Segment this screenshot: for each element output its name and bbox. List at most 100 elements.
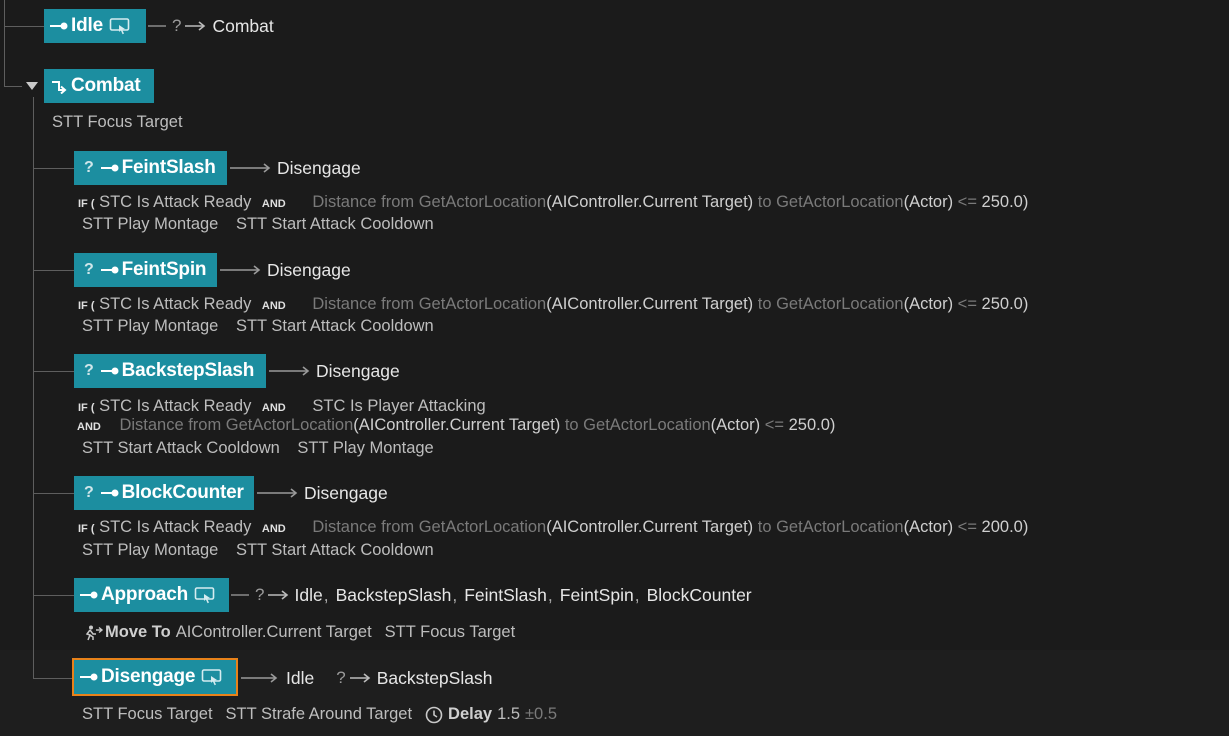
linked-state-icon bbox=[194, 587, 215, 604]
state-node-approach[interactable]: Approach bbox=[74, 578, 229, 612]
state-node-disengage[interactable]: Disengage bbox=[72, 658, 238, 696]
task-label[interactable]: STT Focus Target bbox=[82, 705, 213, 724]
transition-target-link[interactable]: Disengage bbox=[267, 260, 351, 281]
transition-target-link[interactable]: BackstepSlash bbox=[336, 585, 452, 606]
feint-spin-transitions: Disengage bbox=[219, 253, 351, 287]
task-label[interactable]: STT Focus Target bbox=[52, 113, 183, 131]
transition-target-link[interactable]: Idle bbox=[286, 668, 314, 689]
condition-label[interactable]: STC Is Attack Ready bbox=[99, 193, 251, 211]
delay-label[interactable]: Delay bbox=[448, 705, 492, 724]
state-node-idle[interactable]: Idle bbox=[44, 9, 146, 43]
separator: , bbox=[452, 584, 458, 605]
task-label[interactable]: STT Start Attack Cooldown bbox=[82, 439, 280, 457]
distance-expr[interactable]: Distance from GetActorLocation bbox=[119, 416, 353, 434]
task-label[interactable]: STT Play Montage bbox=[82, 215, 218, 233]
state-name: Combat bbox=[71, 75, 141, 96]
block-counter-condition: IF ( STC Is Attack Ready AND Distance fr… bbox=[78, 518, 1028, 537]
feint-slash-tasks: STT Play Montage STT Start Attack Cooldo… bbox=[82, 215, 434, 234]
conditional-mark: ? bbox=[84, 362, 94, 379]
distance-arg: (AIController.Current Target) bbox=[353, 416, 561, 434]
state-name: Disengage bbox=[101, 666, 196, 687]
backstep-slash-condition-2: AND Distance from GetActorLocation(AICon… bbox=[77, 416, 835, 435]
backstep-slash-transitions: Disengage bbox=[268, 354, 400, 388]
disengage-tasks: STT Focus Target STT Strafe Around Targe… bbox=[82, 705, 557, 724]
task-label[interactable]: STT Strafe Around Target bbox=[226, 705, 413, 724]
task-label[interactable]: STT Start Attack Cooldown bbox=[236, 215, 434, 233]
close-paren: ) bbox=[1022, 518, 1029, 536]
condition-label[interactable]: STC Is Attack Ready bbox=[99, 397, 251, 415]
approach-tasks: Move To AIController.Current Target STT … bbox=[82, 623, 515, 642]
conditional-mark: ? bbox=[172, 16, 182, 35]
transition-target-link[interactable]: FeintSpin bbox=[560, 585, 634, 606]
condition-label[interactable]: STC Is Attack Ready bbox=[99, 518, 251, 536]
transition-arrow-icon bbox=[268, 590, 289, 600]
condition-label[interactable]: STC Is Attack Ready bbox=[99, 295, 251, 313]
transition-target-link[interactable]: Combat bbox=[212, 16, 273, 37]
if-keyword: IF ( bbox=[78, 523, 95, 535]
distance-value: 250.0 bbox=[976, 295, 1023, 313]
state-node-feint-spin[interactable]: ? FeintSpin bbox=[74, 253, 217, 287]
delay-variance: ±0.5 bbox=[525, 705, 557, 723]
if-keyword: IF ( bbox=[78, 198, 95, 210]
linked-state-icon bbox=[109, 18, 130, 35]
feint-spin-condition: IF ( STC Is Attack Ready AND Distance fr… bbox=[78, 295, 1028, 314]
distance-value: 250.0 bbox=[784, 416, 830, 434]
enter-state-icon bbox=[100, 367, 119, 375]
transition-target-link[interactable]: Disengage bbox=[316, 361, 400, 382]
distance-arg: (Actor) bbox=[903, 193, 954, 211]
distance-to: to GetActorLocation bbox=[753, 518, 904, 536]
distance-arg: (AIController.Current Target) bbox=[546, 193, 754, 211]
transition-line-icon bbox=[148, 25, 166, 27]
transition-target-link[interactable]: Idle bbox=[294, 585, 322, 606]
condition-label[interactable]: STC Is Player Attacking bbox=[312, 397, 485, 415]
enter-state-icon bbox=[50, 22, 68, 30]
tree-connector bbox=[33, 168, 74, 169]
and-keyword: AND bbox=[261, 300, 286, 312]
linked-state-icon bbox=[201, 669, 222, 686]
state-name: FeintSpin bbox=[121, 259, 207, 280]
transition-arrow-icon bbox=[257, 488, 298, 498]
transition-target-link[interactable]: FeintSlash bbox=[464, 585, 547, 606]
transition-target-link[interactable]: BackstepSlash bbox=[377, 668, 493, 689]
distance-arg: (Actor) bbox=[903, 518, 954, 536]
distance-arg: (AIController.Current Target) bbox=[546, 295, 754, 313]
transition-arrow-icon bbox=[349, 673, 370, 683]
distance-expr[interactable]: Distance from GetActorLocation bbox=[312, 295, 546, 313]
transition-target-link[interactable]: Disengage bbox=[277, 158, 361, 179]
tree-connector bbox=[33, 371, 74, 372]
task-label[interactable]: STT Focus Target bbox=[385, 623, 516, 642]
move-to-label[interactable]: Move To bbox=[105, 623, 171, 642]
tree-connector bbox=[33, 678, 74, 679]
state-node-backstep-slash[interactable]: ? BackstepSlash bbox=[74, 354, 266, 388]
approach-transitions: ? Idle, BackstepSlash, FeintSlash, Feint… bbox=[231, 578, 752, 612]
enter-state-icon bbox=[80, 673, 98, 681]
feint-slash-condition: IF ( STC Is Attack Ready AND Distance fr… bbox=[78, 193, 1028, 212]
task-label[interactable]: STT Play Montage bbox=[82, 317, 218, 335]
expand-arrow-icon[interactable] bbox=[25, 81, 39, 91]
tree-connector bbox=[33, 270, 74, 271]
close-paren: ) bbox=[829, 416, 836, 434]
state-node-combat[interactable]: Combat bbox=[44, 69, 154, 103]
transition-target-link[interactable]: Disengage bbox=[304, 483, 388, 504]
tree-connector bbox=[4, 86, 22, 87]
separator: , bbox=[547, 584, 553, 605]
transition-target-link[interactable]: BlockCounter bbox=[647, 585, 752, 606]
task-label[interactable]: STT Play Montage bbox=[297, 439, 433, 457]
and-keyword: AND bbox=[261, 198, 286, 210]
conditional-mark: ? bbox=[336, 668, 346, 687]
tree-connector bbox=[33, 97, 34, 679]
state-node-feint-slash[interactable]: ? FeintSlash bbox=[74, 151, 227, 185]
distance-value: 200.0 bbox=[976, 518, 1023, 536]
transition-line-icon bbox=[231, 594, 249, 596]
distance-operator: <= bbox=[953, 518, 977, 536]
transition-arrow-icon bbox=[269, 366, 310, 376]
distance-to: to GetActorLocation bbox=[753, 193, 904, 211]
tree-connector bbox=[4, 26, 44, 27]
task-label[interactable]: STT Start Attack Cooldown bbox=[236, 541, 434, 559]
state-tree-canvas: Idle ? Combat Combat STT Focus Target ? … bbox=[0, 0, 1229, 736]
state-node-block-counter[interactable]: ? BlockCounter bbox=[74, 476, 254, 510]
distance-expr[interactable]: Distance from GetActorLocation bbox=[312, 193, 546, 211]
task-label[interactable]: STT Play Montage bbox=[82, 541, 218, 559]
distance-expr[interactable]: Distance from GetActorLocation bbox=[312, 518, 546, 536]
task-label[interactable]: STT Start Attack Cooldown bbox=[236, 317, 434, 335]
